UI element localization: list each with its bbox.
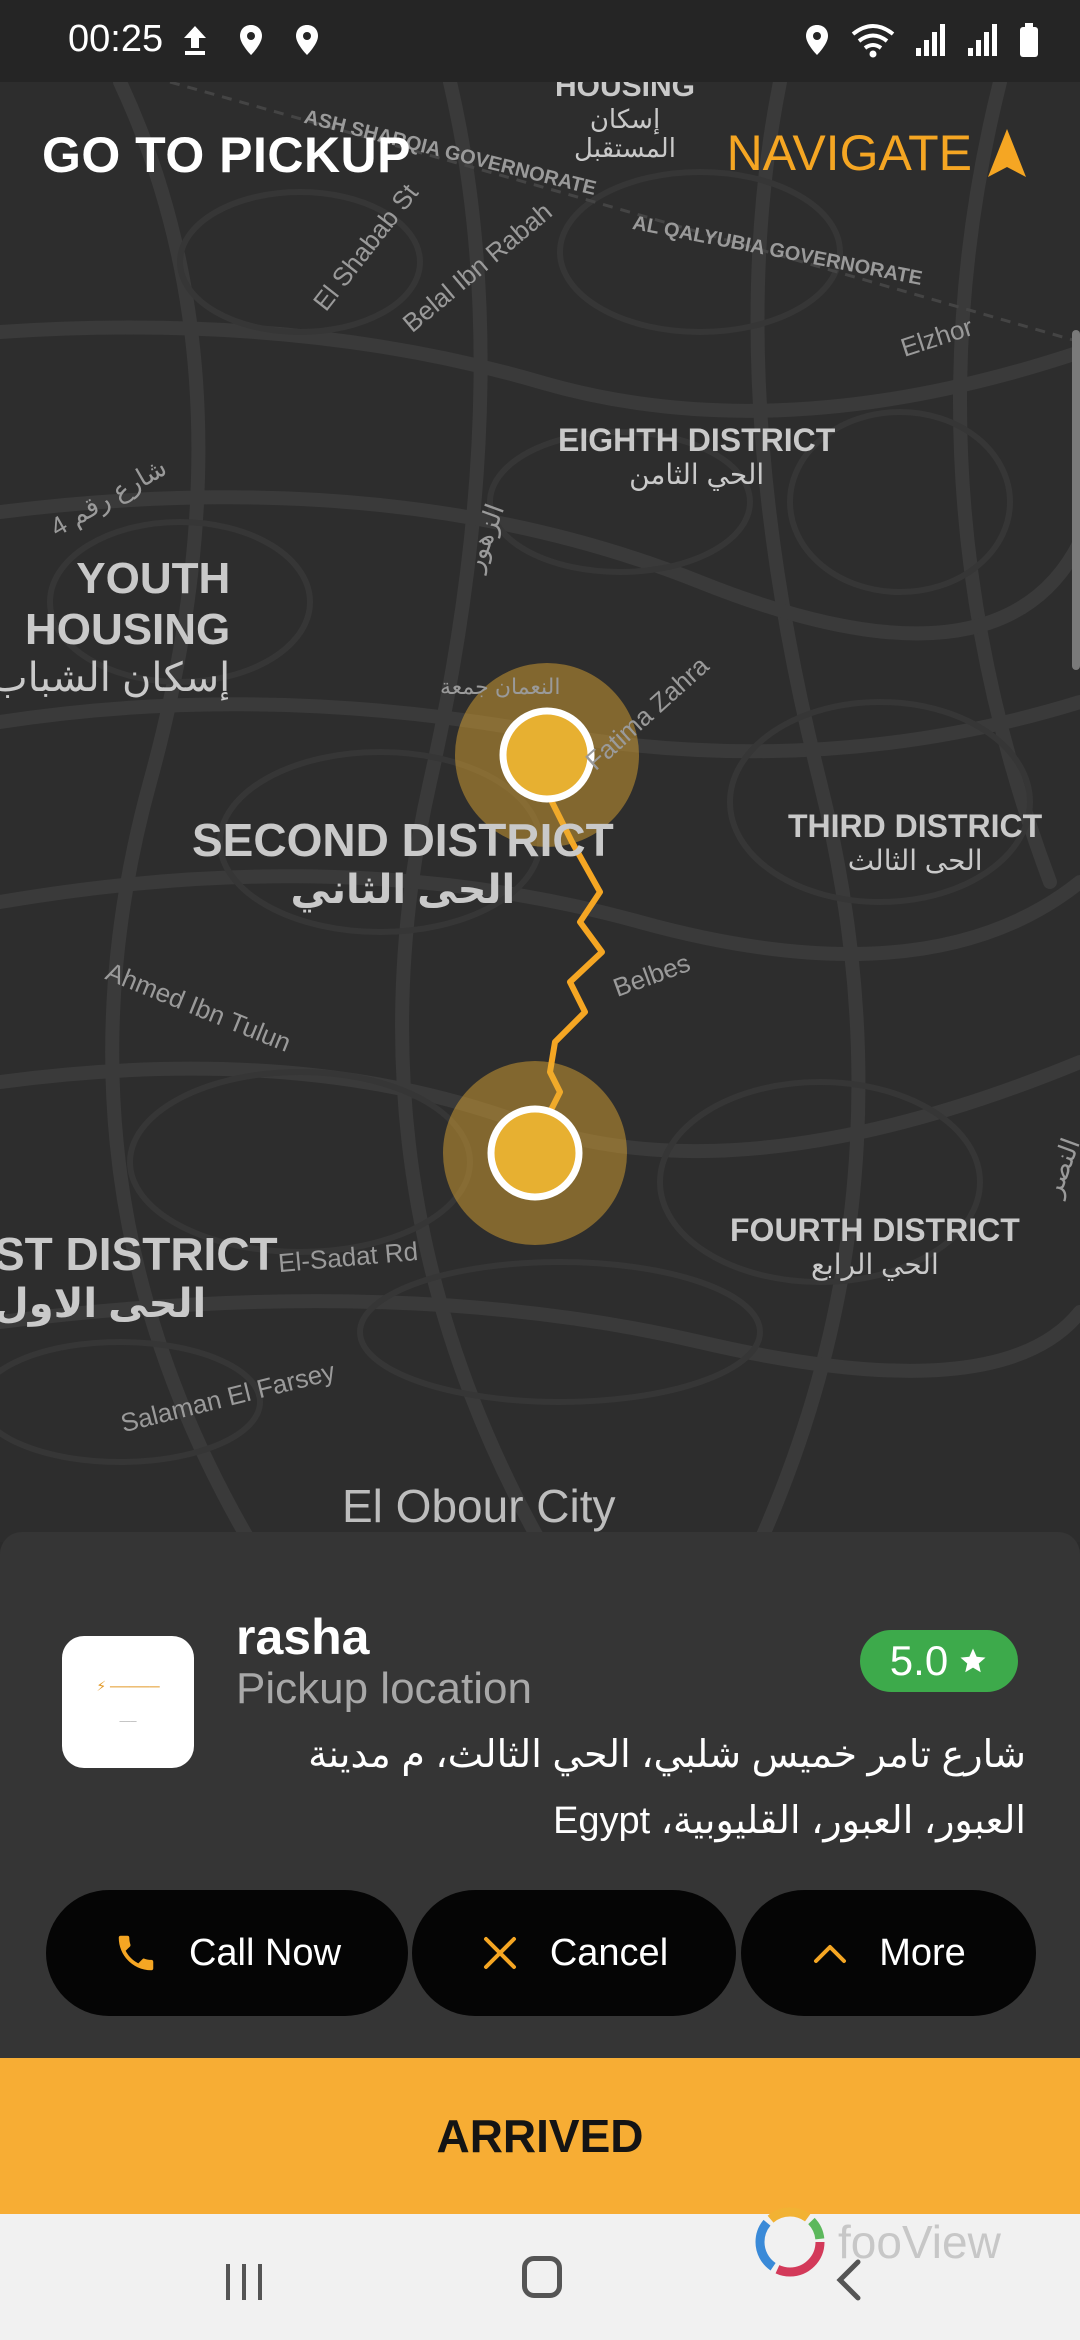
road-label: النعمان جمعة [440, 674, 561, 699]
battery-icon [1020, 23, 1038, 57]
status-bar: 00:25 [0, 0, 1080, 82]
map-view[interactable]: HOUSING إسكان المستقبل EIGHTH DISTRICT ا… [0, 82, 1080, 1542]
upload-icon [184, 26, 206, 55]
signal-icon [968, 24, 997, 56]
map-label-fourth-district: FOURTH DISTRICT الحي الرابع [730, 1212, 1020, 1280]
navigate-button[interactable]: NAVIGATE [727, 124, 1028, 182]
pickup-address: شارع تامر خميس شلبي، الحي الثالث، م مدين… [308, 1734, 1026, 1842]
chevron-up-icon [814, 1945, 847, 1963]
navigate-label: NAVIGATE [726, 125, 972, 181]
phone-icon [118, 1935, 154, 1971]
avatar-caption-line: ─── [119, 1717, 137, 1726]
map-label-youth-housing: YOUTH HOUSING إسكان الشباب [0, 554, 231, 701]
arrived-button[interactable]: ARRIVED [0, 2058, 1080, 2214]
status-left-icons [180, 22, 322, 58]
navigation-arrow-icon [988, 129, 1026, 177]
status-time: 00:25 [68, 18, 164, 60]
signal-icon [916, 24, 945, 56]
rider-name: rasha [236, 1609, 370, 1665]
fooview-logo-icon [755, 2207, 825, 2277]
star-icon [960, 1648, 986, 1673]
watermark-text: fooView [838, 2216, 1001, 2268]
location-pin-icon [296, 25, 318, 55]
map-scroll-indicator[interactable] [1072, 330, 1080, 670]
wifi-icon [851, 24, 895, 58]
watermark: fooView [752, 2204, 1001, 2280]
cancel-label: Cancel [549, 1931, 669, 1974]
page-title: GO TO PICKUP [42, 127, 412, 183]
map-label-el-obour-city: El Obour City [342, 1480, 616, 1532]
location-pin-icon [240, 25, 262, 55]
rating-badge: 5.0 [860, 1630, 1018, 1692]
home-icon[interactable] [522, 2256, 562, 2298]
pickup-location-label: Pickup location [236, 1664, 532, 1713]
map-label-second-district: SECOND DISTRICT الحى الثاني [192, 814, 614, 912]
map-label-third-district: THIRD DISTRICT الحى الثالث [788, 808, 1043, 876]
call-now-button[interactable]: Call Now [46, 1890, 408, 2016]
rider-info-sheet: ⚡ ───── ─── rasha Pickup location شارع ت… [0, 1532, 1080, 2060]
location-pin-icon [806, 25, 828, 55]
map-label-housing: HOUSING إسكان المستقبل [555, 82, 696, 164]
more-button[interactable]: More [741, 1890, 1036, 2016]
action-buttons: Call Now Cancel More [46, 1890, 1036, 2016]
rating-value: 5.0 [889, 1637, 949, 1684]
more-label: More [879, 1931, 966, 1974]
call-now-label: Call Now [188, 1931, 342, 1974]
avatar: ⚡ ───── ─── [62, 1636, 194, 1768]
map-label-eighth-district: EIGHTH DISTRICT الحي الثامن [558, 422, 836, 490]
close-icon [483, 1937, 516, 1969]
map-label-first-district: ST DISTRICT الحى الاول [0, 1228, 278, 1326]
cancel-button[interactable]: Cancel [412, 1890, 736, 2016]
brand-logo-icon: ⚡ ───── [96, 1678, 160, 1694]
status-right-icons [802, 22, 1040, 58]
recent-apps-icon[interactable] [222, 2260, 266, 2304]
